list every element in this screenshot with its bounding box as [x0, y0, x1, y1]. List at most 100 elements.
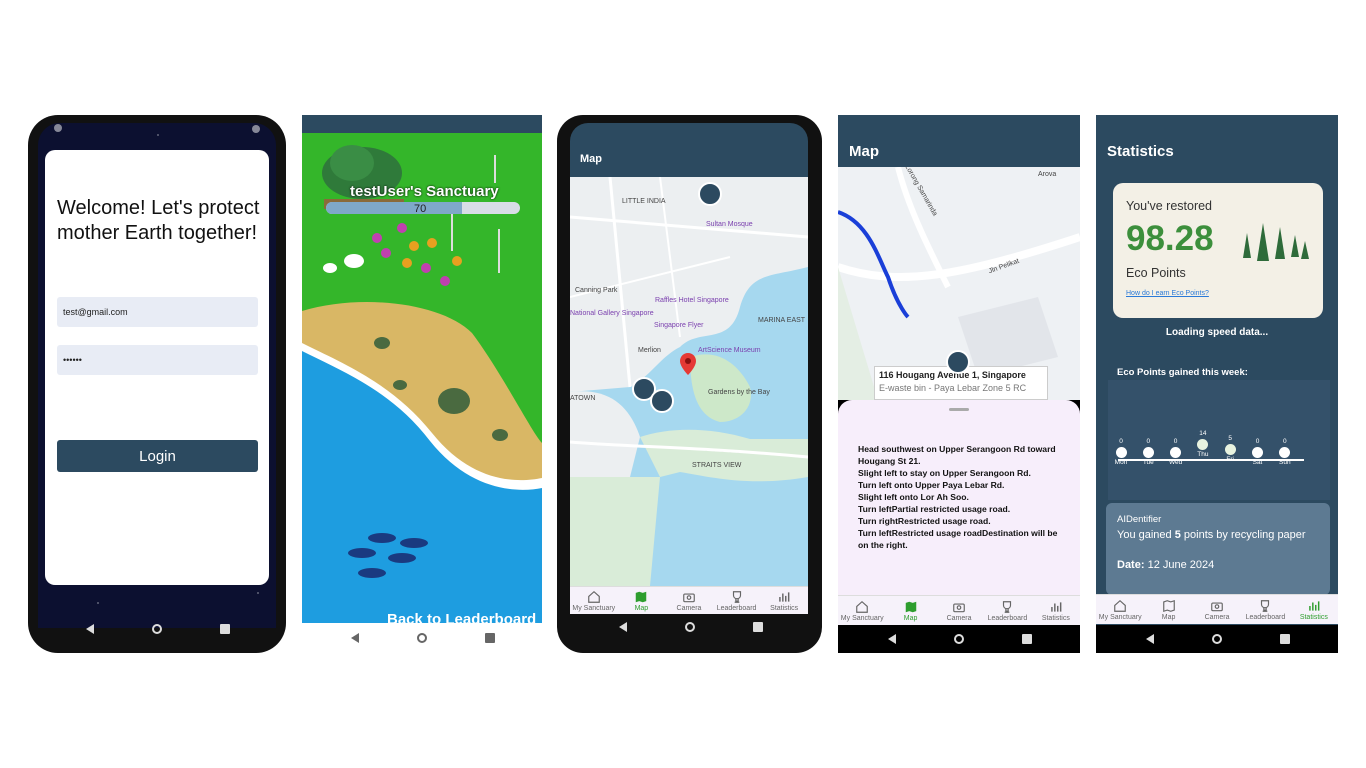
tab-my-sanctuary[interactable]: My Sanctuary: [570, 587, 618, 614]
recents-nav-icon[interactable]: [1280, 634, 1290, 644]
login-button[interactable]: Login: [57, 440, 258, 472]
tab-leaderboard[interactable]: Leaderboard: [983, 596, 1031, 625]
street-label: Arova: [1038, 171, 1057, 178]
bin-marker-icon[interactable]: [946, 350, 970, 374]
welcome-heading: Welcome! Let's protect mother Earth toge…: [57, 197, 260, 244]
day-name: Sat: [1252, 459, 1263, 466]
weekly-chart: 0 Mon 0 Tue 0 Wed 14 Thu 5 Fri 0 Sat 0 Sun: [1108, 380, 1330, 500]
back-nav-icon[interactable]: [84, 624, 94, 634]
map-view[interactable]: LITTLE INDIA Canning Park Merlion MARINA…: [570, 177, 808, 586]
day-item: 0 Mon: [1108, 438, 1134, 466]
day-name: Mon: [1114, 459, 1128, 466]
back-nav-icon[interactable]: [1144, 634, 1154, 644]
map-label: ATOWN: [570, 395, 596, 402]
restored-label: You've restored: [1126, 199, 1213, 213]
camera-icon: [953, 603, 965, 612]
recents-nav-icon[interactable]: [752, 622, 763, 632]
day-dot: [1224, 444, 1236, 455]
day-name: Wed: [1168, 459, 1183, 466]
direction-step: Slight left to stay on Upper Serangoon R…: [858, 468, 1031, 478]
tab-statistics[interactable]: Statistics: [760, 587, 808, 614]
tab-statistics[interactable]: Statistics: [1290, 595, 1338, 624]
bin-marker-icon[interactable]: [698, 182, 722, 206]
bin-marker-icon[interactable]: [650, 389, 674, 413]
map-icon: [1162, 599, 1175, 612]
directions-list: Head southwest on Upper Serangoon Rd tow…: [858, 443, 1058, 551]
activity-message: You gained 5 points by recycling paper: [1117, 529, 1306, 541]
password-field[interactable]: ••••••: [57, 345, 258, 375]
back-nav-icon[interactable]: [349, 633, 359, 643]
sanctuary-scene[interactable]: testUser's Sanctuary 70 Back to Leaderbo…: [302, 133, 542, 623]
tab-statistics[interactable]: Statistics: [1032, 596, 1080, 625]
bottom-tab-bar: My Sanctuary Map Camera Leaderboard Stat…: [570, 586, 808, 614]
back-to-leaderboard-button[interactable]: Back to Leaderboard: [387, 611, 536, 623]
home-nav-icon[interactable]: [152, 624, 162, 634]
loading-speed-text: Loading speed data...: [1165, 327, 1269, 338]
directions-sheet[interactable]: Head southwest on Upper Serangoon Rd tow…: [838, 400, 1080, 595]
tab-my-sanctuary[interactable]: My Sanctuary: [838, 596, 886, 625]
system-nav: [28, 615, 286, 643]
day-name: Thu: [1197, 450, 1209, 458]
recents-nav-icon[interactable]: [1022, 634, 1032, 644]
map-poi: Raffles Hotel Singapore: [655, 297, 729, 304]
day-points: 0: [1173, 438, 1178, 445]
login-screen: Welcome! Let's protect mother Earth toge…: [38, 123, 276, 628]
directions-map[interactable]: Jln Pelikat Arova Lorong Samarinda 116 H…: [838, 167, 1080, 400]
statistics-phone: Statistics You've restored 98.28 Eco Poi…: [1096, 115, 1338, 653]
home-nav-icon[interactable]: [684, 622, 695, 632]
sheet-drag-handle[interactable]: [949, 408, 969, 411]
status-strip: [302, 115, 542, 133]
eco-points-value: 98.28: [1126, 219, 1214, 258]
tab-map[interactable]: Map: [886, 596, 934, 625]
direction-step: Slight left onto Lor Ah Soo.: [858, 492, 969, 502]
statistics-appbar: Statistics: [1096, 115, 1338, 167]
tab-camera[interactable]: Camera: [935, 596, 983, 625]
tab-camera[interactable]: Camera: [665, 587, 713, 614]
page-title: Map: [580, 153, 602, 165]
system-nav: [838, 625, 1080, 653]
page-title: Map: [849, 143, 879, 160]
day-dot: [1279, 447, 1291, 458]
recents-nav-icon[interactable]: [485, 633, 495, 643]
home-nav-icon[interactable]: [1212, 634, 1222, 644]
day-item: 5 Fri: [1217, 435, 1243, 463]
eco-points-label: Eco Points: [1126, 266, 1186, 280]
email-field[interactable]: test@gmail.com: [57, 297, 258, 327]
tab-map[interactable]: Map: [618, 587, 666, 614]
day-dot: [1170, 447, 1182, 458]
activity-source: AIDentifier: [1117, 514, 1162, 525]
map-poi: Singapore Flyer: [654, 322, 704, 329]
bottom-tab-bar: My Sanctuary Map Camera Leaderboard Stat…: [1096, 594, 1338, 624]
home-nav-icon[interactable]: [417, 633, 427, 643]
sanctuary-title: testUser's Sanctuary: [350, 183, 499, 200]
tab-map[interactable]: Map: [1144, 595, 1192, 624]
login-phone: Welcome! Let's protect mother Earth toge…: [28, 115, 286, 653]
location-pin-icon[interactable]: [680, 353, 696, 375]
back-nav-icon[interactable]: [617, 622, 627, 632]
tab-camera[interactable]: Camera: [1193, 595, 1241, 624]
tab-leaderboard[interactable]: Leaderboard: [1241, 595, 1289, 624]
map-label: Merlion: [638, 347, 661, 354]
home-nav-icon[interactable]: [954, 634, 964, 644]
day-name: Sun: [1279, 459, 1291, 466]
day-item: 0 Tue: [1135, 438, 1161, 466]
tab-leaderboard[interactable]: Leaderboard: [713, 587, 761, 614]
camera-icon: [1211, 602, 1223, 611]
activity-card[interactable]: AIDentifier You gained 5 points by recyc…: [1106, 503, 1330, 595]
learn-eco-points-link[interactable]: How do I earn Eco Points?: [1126, 290, 1209, 297]
map-poi: National Gallery Singapore: [570, 310, 654, 317]
home-icon: [1114, 599, 1127, 612]
map-label: Gardens by the Bay: [708, 389, 770, 396]
trophy-icon: [1261, 599, 1270, 612]
direction-step: Turn leftRestricted usage roadDestinatio…: [858, 528, 1058, 550]
day-item: 14 Thu: [1190, 430, 1216, 458]
recents-nav-icon[interactable]: [220, 624, 230, 634]
map-label: LITTLE INDIA: [622, 198, 666, 205]
activity-date: Date: 12 June 2024: [1117, 559, 1215, 571]
tab-my-sanctuary[interactable]: My Sanctuary: [1096, 595, 1144, 624]
map-poi: ArtScience Museum: [698, 347, 761, 354]
back-nav-icon[interactable]: [886, 634, 896, 644]
trophy-icon: [732, 590, 741, 603]
day-points: 5: [1228, 435, 1232, 442]
day-name: Fri: [1226, 456, 1234, 463]
